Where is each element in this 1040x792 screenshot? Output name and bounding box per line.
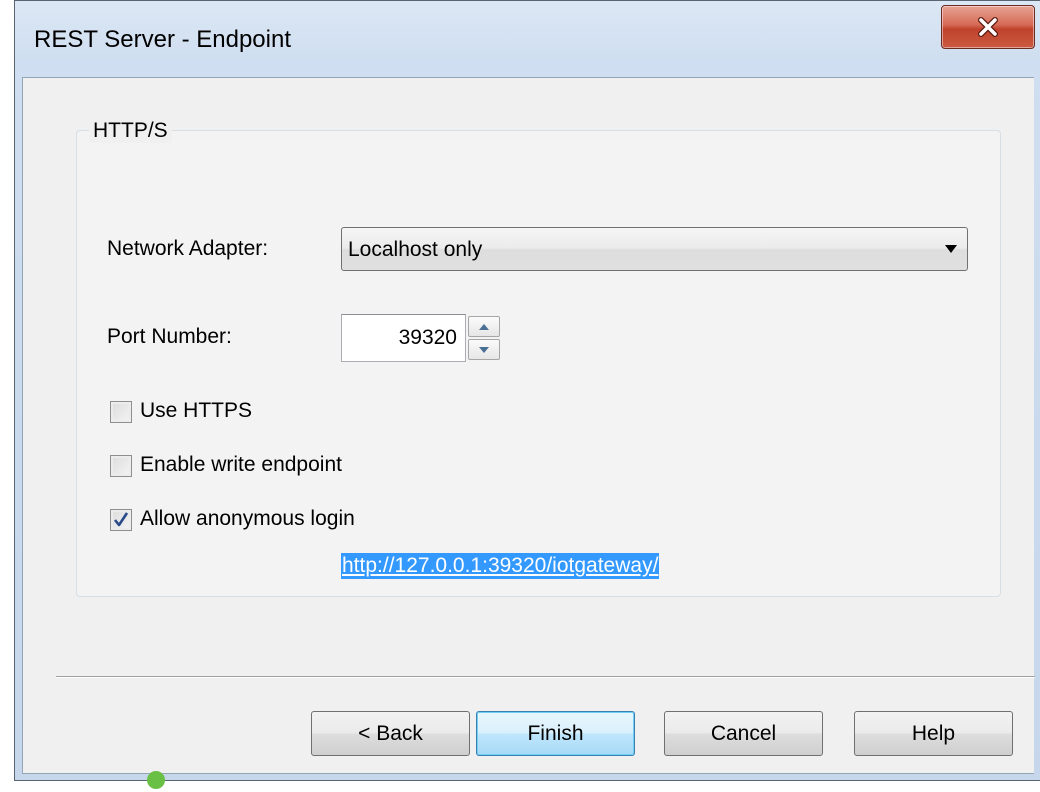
help-button[interactable]: Help bbox=[854, 711, 1013, 756]
port-number-input[interactable]: 39320 bbox=[341, 314, 466, 362]
finish-button[interactable]: Finish bbox=[476, 711, 635, 756]
endpoint-url-link[interactable]: http://127.0.0.1:39320/iotgateway/ bbox=[341, 553, 660, 579]
back-button[interactable]: < Back bbox=[311, 711, 470, 756]
checkmark-icon bbox=[113, 512, 129, 527]
network-adapter-label: Network Adapter: bbox=[107, 237, 269, 260]
use-https-checkbox[interactable] bbox=[110, 401, 132, 423]
dialog-client-area: HTTP/S Network Adapter: Localhost only P… bbox=[22, 77, 1035, 774]
chevron-down-icon bbox=[945, 245, 957, 253]
port-number-stepper bbox=[466, 314, 502, 362]
enable-write-endpoint-label[interactable]: Enable write endpoint bbox=[140, 453, 342, 477]
network-adapter-value: Localhost only bbox=[348, 238, 483, 261]
close-icon bbox=[978, 17, 998, 37]
group-legend: HTTP/S bbox=[89, 119, 172, 143]
stepper-up-button[interactable] bbox=[468, 316, 500, 337]
cursor-indicator-dot bbox=[147, 771, 165, 789]
arrow-down-icon bbox=[479, 346, 489, 353]
dialog-window: REST Server - Endpoint HTTP/S Network Ad… bbox=[14, 0, 1040, 781]
allow-anonymous-login-label[interactable]: Allow anonymous login bbox=[140, 507, 355, 531]
close-button[interactable] bbox=[941, 5, 1035, 49]
window-title: REST Server - Endpoint bbox=[34, 26, 292, 53]
cancel-button[interactable]: Cancel bbox=[664, 711, 823, 756]
enable-write-endpoint-checkbox[interactable] bbox=[110, 455, 132, 477]
title-bar[interactable]: REST Server - Endpoint bbox=[15, 1, 1040, 77]
port-number-label: Port Number: bbox=[107, 325, 232, 348]
stepper-down-button[interactable] bbox=[468, 339, 500, 360]
https-group: HTTP/S Network Adapter: Localhost only P… bbox=[76, 119, 1001, 597]
arrow-up-icon bbox=[479, 323, 489, 330]
use-https-label[interactable]: Use HTTPS bbox=[140, 399, 252, 423]
network-adapter-dropdown[interactable]: Localhost only bbox=[341, 227, 968, 271]
separator-line bbox=[56, 676, 1035, 678]
allow-anonymous-login-checkbox[interactable] bbox=[110, 509, 132, 531]
port-number-value: 39320 bbox=[398, 326, 457, 349]
